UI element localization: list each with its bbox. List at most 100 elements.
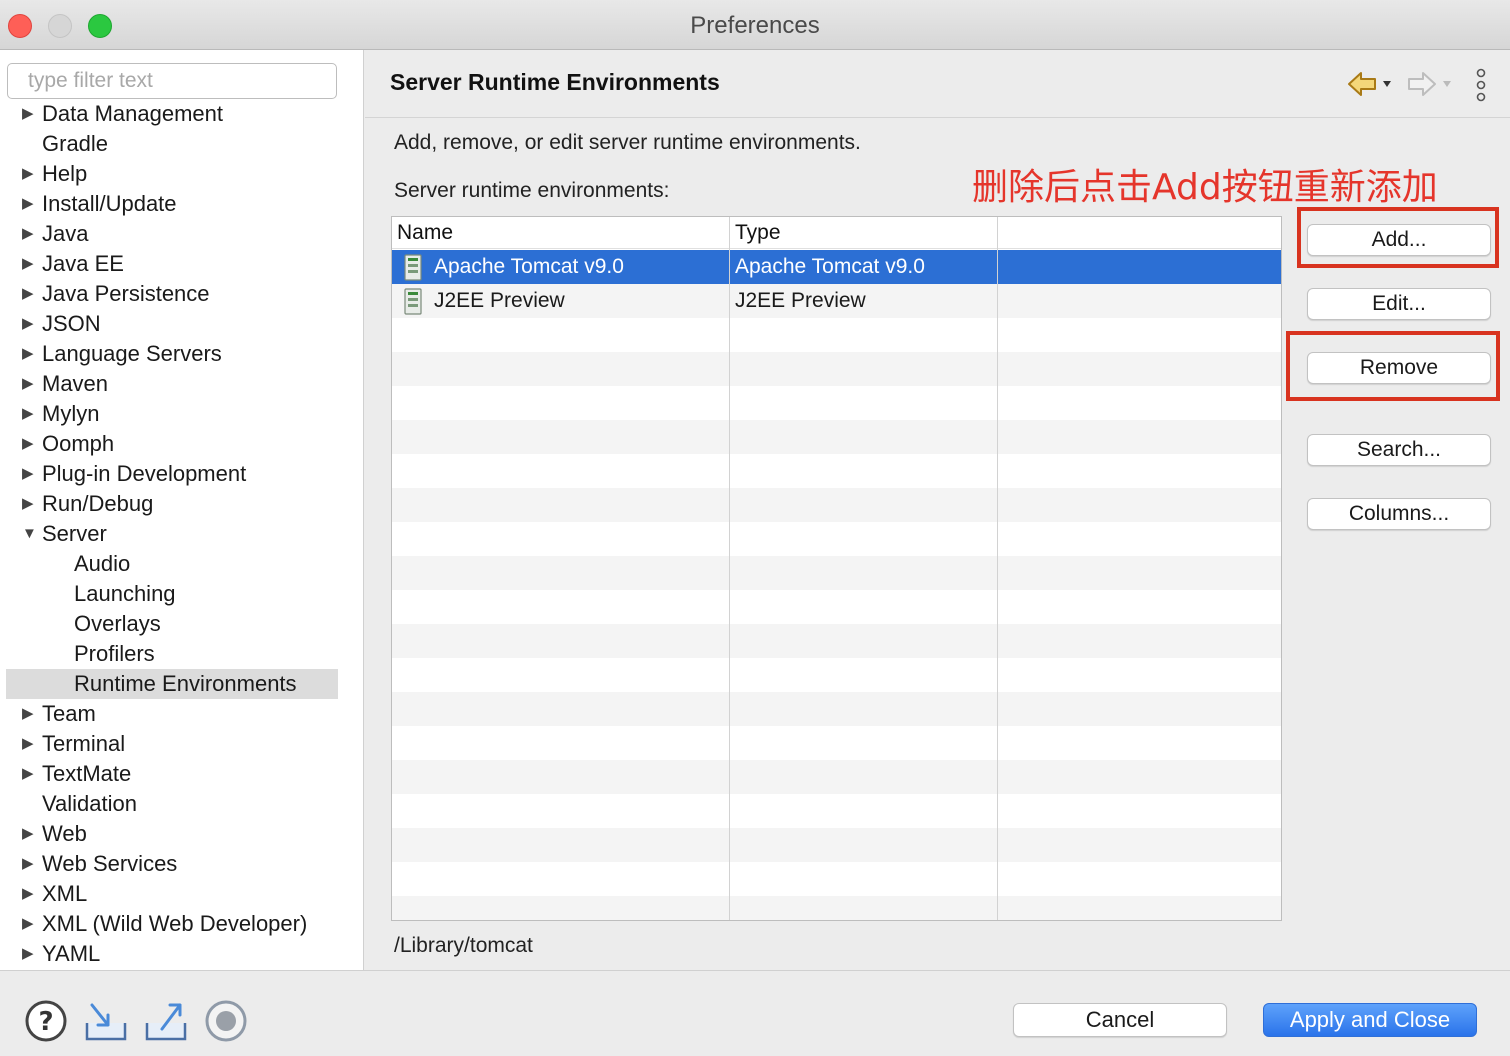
expanded-arrow-icon[interactable]: ▼ — [22, 519, 38, 549]
table-row[interactable] — [392, 862, 1281, 896]
help-icon[interactable]: ? — [24, 999, 68, 1043]
collapsed-arrow-icon[interactable]: ▶ — [22, 459, 38, 489]
table-row[interactable] — [392, 624, 1281, 658]
table-row[interactable]: Apache Tomcat v9.0 Apache Tomcat v9.0 — [392, 250, 1281, 284]
column-header-name[interactable]: Name — [392, 217, 729, 249]
table-row[interactable] — [392, 386, 1281, 420]
collapsed-arrow-icon[interactable]: ▶ — [22, 489, 38, 519]
tree-item-label: Overlays — [74, 611, 161, 636]
tree-item[interactable]: ▶ Language Servers — [6, 339, 338, 369]
cancel-button[interactable]: Cancel — [1013, 1003, 1227, 1037]
collapsed-arrow-icon[interactable]: ▶ — [22, 399, 38, 429]
table-row[interactable] — [392, 488, 1281, 522]
collapsed-arrow-icon[interactable]: ▶ — [22, 729, 38, 759]
collapsed-arrow-icon[interactable]: ▶ — [22, 339, 38, 369]
tree-item[interactable]: ▶ Run/Debug — [6, 489, 338, 519]
tree-item[interactable]: Audio — [6, 549, 338, 579]
cell-name: J2EE Preview — [434, 289, 565, 312]
collapsed-arrow-icon[interactable]: ▶ — [22, 849, 38, 879]
collapsed-arrow-icon[interactable]: ▶ — [22, 819, 38, 849]
tree-item[interactable]: ▶ Team — [6, 699, 338, 729]
tree-item[interactable]: ▶ Java EE — [6, 249, 338, 279]
table-row[interactable] — [392, 352, 1281, 386]
collapsed-arrow-icon[interactable]: ▶ — [22, 159, 38, 189]
view-menu-icon[interactable] — [1471, 68, 1491, 102]
tree-item[interactable]: ▶ Web — [6, 819, 338, 849]
back-arrow-icon[interactable] — [1345, 68, 1397, 100]
collapsed-arrow-icon[interactable]: ▶ — [22, 699, 38, 729]
record-icon[interactable] — [204, 999, 248, 1043]
tree-item[interactable]: ▶ Mylyn — [6, 399, 338, 429]
apply-and-close-button[interactable]: Apply and Close — [1263, 1003, 1477, 1037]
column-header-type[interactable]: Type — [730, 217, 998, 249]
tree-item[interactable]: ▶ Web Services — [6, 849, 338, 879]
tree-item[interactable]: ▶ Help — [6, 159, 338, 189]
tree-item[interactable]: ▶ XML (Wild Web Developer) — [6, 909, 338, 939]
table-row[interactable] — [392, 318, 1281, 352]
tree-item[interactable]: ▶ Data Management — [6, 99, 338, 129]
collapsed-arrow-icon[interactable]: ▶ — [22, 429, 38, 459]
table-row[interactable] — [392, 454, 1281, 488]
tree-item[interactable]: ▶ Oomph — [6, 429, 338, 459]
tree-item-label: Audio — [74, 551, 131, 576]
collapsed-arrow-icon[interactable]: ▶ — [22, 279, 38, 309]
table-row[interactable] — [392, 658, 1281, 692]
columns-button[interactable]: Columns... — [1307, 498, 1491, 530]
table-row[interactable] — [392, 590, 1281, 624]
collapsed-arrow-icon[interactable]: ▶ — [22, 939, 38, 969]
collapsed-arrow-icon[interactable]: ▶ — [22, 249, 38, 279]
add-button[interactable]: Add... — [1307, 224, 1491, 256]
search-button[interactable]: Search... — [1307, 434, 1491, 466]
page-description: Add, remove, or edit server runtime envi… — [394, 131, 861, 154]
tree-item-label: TextMate — [42, 761, 132, 786]
table-row[interactable] — [392, 760, 1281, 794]
tree-item-label: Profilers — [74, 641, 155, 666]
tree-item-label: Java EE — [42, 251, 124, 276]
runtime-environments-table[interactable]: Name Type Apache Tomcat v9.0 Apache Tomca… — [391, 216, 1282, 921]
collapsed-arrow-icon[interactable]: ▶ — [22, 909, 38, 939]
collapsed-arrow-icon[interactable]: ▶ — [22, 219, 38, 249]
collapsed-arrow-icon[interactable]: ▶ — [22, 759, 38, 789]
collapsed-arrow-icon[interactable]: ▶ — [22, 879, 38, 909]
tree-item[interactable]: ▶ Install/Update — [6, 189, 338, 219]
tree-item-label: XML — [42, 881, 88, 906]
filter-input[interactable] — [7, 63, 337, 99]
tree-item[interactable]: ▶ Maven — [6, 369, 338, 399]
svg-text:?: ? — [38, 1007, 53, 1037]
table-row[interactable] — [392, 420, 1281, 454]
server-icon — [404, 288, 422, 315]
table-row[interactable]: J2EE Preview J2EE Preview — [392, 284, 1281, 318]
export-icon[interactable] — [144, 999, 188, 1043]
tree-item[interactable]: Launching — [6, 579, 338, 609]
table-row[interactable] — [392, 692, 1281, 726]
tree-item[interactable]: ▶ XML — [6, 879, 338, 909]
tree-item[interactable]: ▶ JSON — [6, 309, 338, 339]
tree-item[interactable]: ▶ Plug-in Development — [6, 459, 338, 489]
tree-item[interactable]: ▶ Java — [6, 219, 338, 249]
table-row[interactable] — [392, 828, 1281, 862]
collapsed-arrow-icon[interactable]: ▶ — [22, 189, 38, 219]
tree-item-label: Run/Debug — [42, 491, 154, 516]
table-row[interactable] — [392, 794, 1281, 828]
table-row[interactable] — [392, 522, 1281, 556]
edit-button[interactable]: Edit... — [1307, 288, 1491, 320]
tree-item-label: Java — [42, 221, 89, 246]
remove-button[interactable]: Remove — [1307, 352, 1491, 384]
tree-item[interactable]: Validation — [6, 789, 338, 819]
table-row[interactable] — [392, 556, 1281, 590]
tree-item[interactable]: ▶ Java Persistence — [6, 279, 338, 309]
tree-item[interactable]: ▶ YAML — [6, 939, 338, 969]
table-row[interactable] — [392, 896, 1281, 920]
tree-item[interactable]: Overlays — [6, 609, 338, 639]
collapsed-arrow-icon[interactable]: ▶ — [22, 309, 38, 339]
import-icon[interactable] — [84, 999, 128, 1043]
collapsed-arrow-icon[interactable]: ▶ — [22, 99, 38, 129]
tree-item[interactable]: ▶ TextMate — [6, 759, 338, 789]
tree-item[interactable]: Runtime Environments — [6, 669, 338, 699]
tree-item[interactable]: Profilers — [6, 639, 338, 669]
collapsed-arrow-icon[interactable]: ▶ — [22, 369, 38, 399]
tree-item[interactable]: Gradle — [6, 129, 338, 159]
tree-item[interactable]: ▶ Terminal — [6, 729, 338, 759]
table-row[interactable] — [392, 726, 1281, 760]
tree-item[interactable]: ▼ Server — [6, 519, 338, 549]
